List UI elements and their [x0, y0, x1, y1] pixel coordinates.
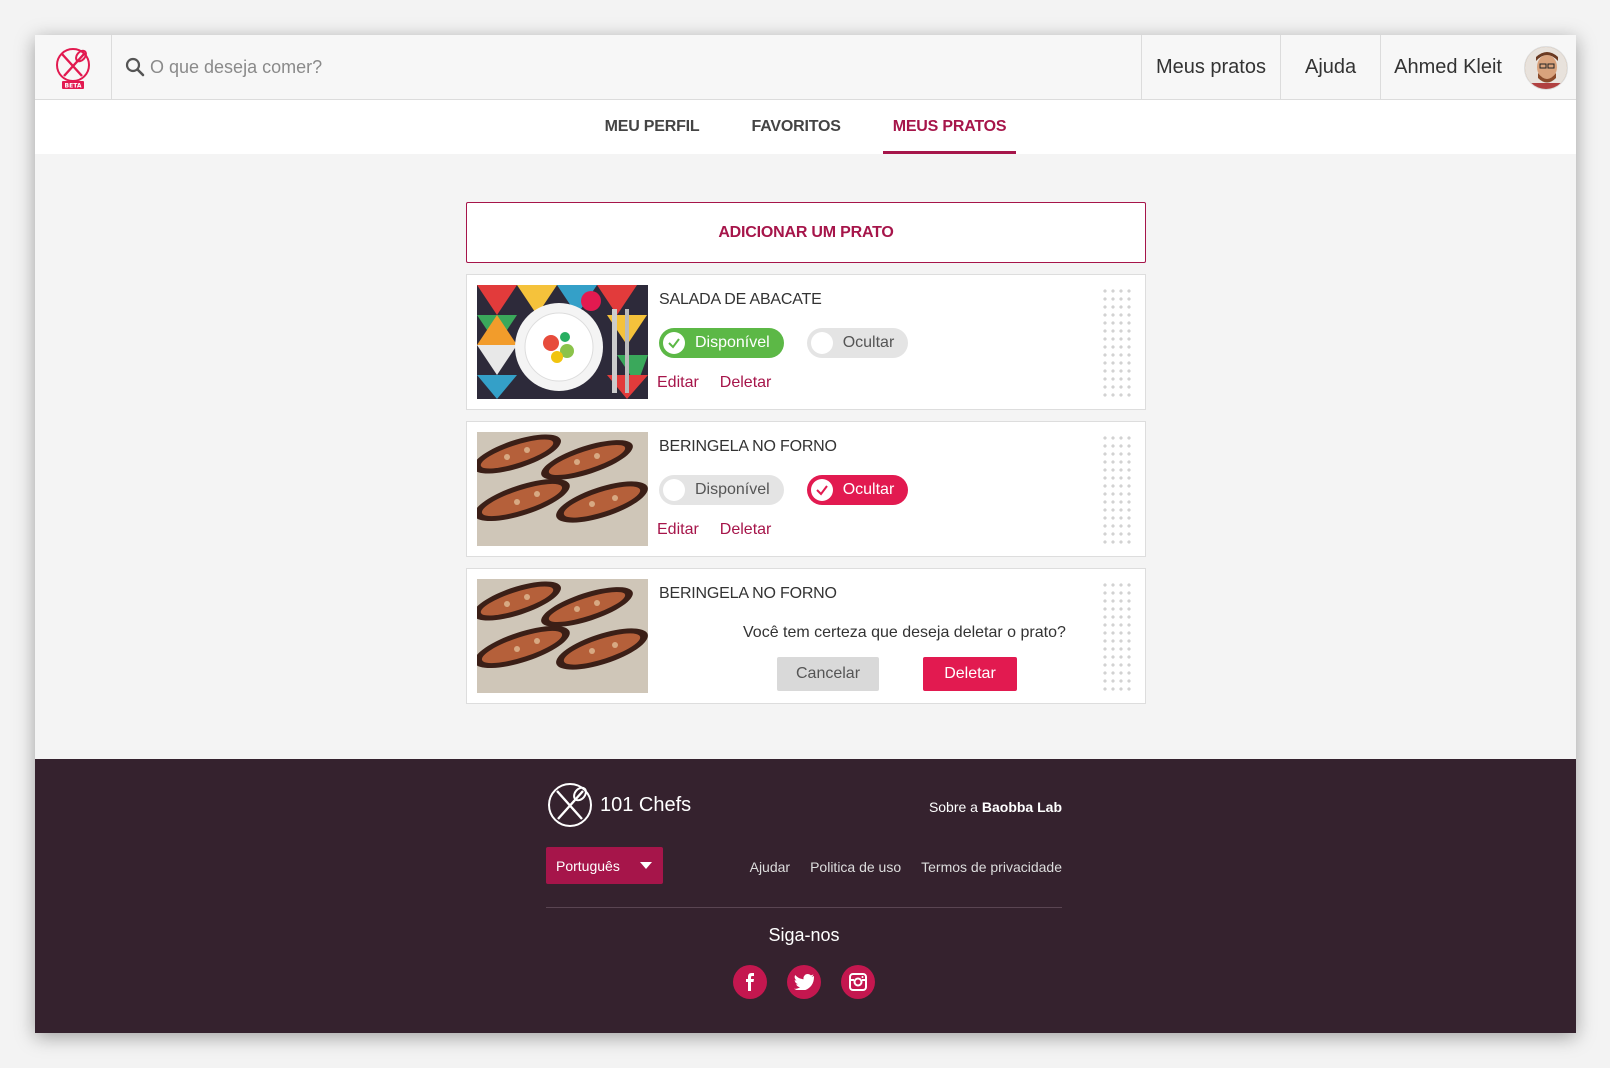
- toggle-knob: [663, 479, 685, 501]
- search-icon: [125, 57, 145, 77]
- drag-handle[interactable]: [1101, 287, 1133, 399]
- check-icon: [810, 479, 833, 501]
- twitter-icon[interactable]: [787, 965, 821, 999]
- toggle-label: Disponível: [695, 334, 770, 351]
- footer-brand[interactable]: 101 Chefs: [546, 781, 691, 829]
- about-prefix: Sobre a: [928, 799, 978, 815]
- dish-image: [477, 432, 648, 546]
- dish-title: SALADA DE ABACATE: [659, 291, 822, 308]
- delete-confirm-question: Você tem certeza que deseja deletar o pr…: [743, 624, 1066, 641]
- delete-link[interactable]: Deletar: [720, 521, 772, 539]
- chef-logo-icon: BETA: [56, 47, 90, 89]
- about-company: Baobba Lab: [981, 799, 1062, 815]
- dishes-list: ADICIONAR UM PRATO SALADA DE ABACATE Dis…: [466, 202, 1146, 704]
- drag-handle[interactable]: [1101, 434, 1133, 546]
- tab-favorites[interactable]: FAVORITOS: [742, 100, 851, 154]
- dish-title: BERINGELA NO FORNO: [659, 438, 837, 455]
- cancel-button[interactable]: Cancelar: [777, 657, 879, 691]
- dish-card: BERINGELA NO FORNO Disponível Ocultar Ed…: [466, 421, 1146, 557]
- toggle-label: Ocultar: [842, 334, 895, 351]
- instagram-icon[interactable]: [841, 965, 875, 999]
- logo[interactable]: BETA: [35, 35, 112, 100]
- dish-card: SALADA DE ABACATE Disponível Ocultar Edi…: [466, 274, 1146, 410]
- tab-my-dishes[interactable]: MEUS PRATOS: [882, 100, 1017, 154]
- edit-link[interactable]: Editar: [657, 374, 699, 392]
- check-icon: [663, 332, 685, 354]
- beta-badge: BETA: [65, 82, 82, 89]
- tab-my-profile[interactable]: MEU PERFIL: [595, 100, 710, 154]
- hide-toggle[interactable]: Ocultar: [806, 328, 909, 358]
- language-value: Português: [556, 857, 620, 874]
- hide-toggle[interactable]: Ocultar: [806, 475, 909, 505]
- toggle-label: Disponível: [695, 481, 770, 498]
- search-bar[interactable]: [112, 35, 1141, 99]
- dish-actions: Editar Deletar: [657, 374, 792, 392]
- dish-image: [477, 579, 648, 693]
- visibility-toggles: Disponível Ocultar: [659, 475, 931, 505]
- nav-my-dishes[interactable]: Meus pratos: [1140, 35, 1280, 100]
- footer-links: Ajudar Politica de uso Termos de privaci…: [730, 859, 1062, 875]
- avatar[interactable]: [1524, 45, 1568, 90]
- available-toggle[interactable]: Disponível: [659, 328, 784, 358]
- user-name: Ahmed Kleit: [1394, 56, 1502, 78]
- brand-name: 101 Chefs: [600, 793, 692, 816]
- app-window: BETA Meus pratos Ajuda Ahmed Kleit: [35, 35, 1576, 1033]
- toggle-knob: [810, 332, 833, 354]
- footer-link-privacy[interactable]: Termos de privacidade: [921, 859, 1062, 875]
- confirm-delete-button[interactable]: Deletar: [923, 657, 1017, 691]
- available-toggle[interactable]: Disponível: [659, 475, 784, 505]
- edit-link[interactable]: Editar: [657, 521, 699, 539]
- add-dish-button[interactable]: ADICIONAR UM PRATO: [466, 202, 1146, 263]
- footer-link-terms-of-use[interactable]: Politica de uso: [810, 859, 901, 875]
- footer: 101 Chefs Sobre a Baobba Lab Português A…: [35, 759, 1576, 1033]
- profile-tabs: MEU PERFIL FAVORITOS MEUS PRATOS: [35, 100, 1576, 154]
- dish-title: BERINGELA NO FORNO: [659, 585, 837, 602]
- user-photo: [1525, 46, 1567, 89]
- dish-card-confirm-delete: BERINGELA NO FORNO Você tem certeza que …: [466, 568, 1146, 704]
- chevron-down-icon: [640, 862, 652, 869]
- language-select[interactable]: Português: [546, 847, 663, 884]
- delete-link[interactable]: Deletar: [720, 374, 772, 392]
- dish-image: [477, 285, 648, 399]
- confirm-buttons: Cancelar Deletar: [777, 657, 1017, 691]
- drag-handle[interactable]: [1101, 581, 1133, 693]
- footer-divider: [546, 907, 1062, 908]
- about-link[interactable]: Sobre a Baobba Lab: [929, 799, 1062, 815]
- chef-logo-icon: [548, 783, 592, 827]
- footer-link-help[interactable]: Ajudar: [750, 859, 790, 875]
- top-bar: BETA Meus pratos Ajuda Ahmed Kleit: [35, 35, 1576, 100]
- dish-actions: Editar Deletar: [657, 521, 792, 539]
- social-links: [546, 965, 1062, 999]
- nav-help[interactable]: Ajuda: [1280, 35, 1380, 100]
- footer-inner: 101 Chefs Sobre a Baobba Lab Português A…: [546, 759, 1062, 1033]
- search-input[interactable]: [150, 56, 750, 78]
- user-menu[interactable]: Ahmed Kleit: [1380, 35, 1576, 100]
- follow-us-label: Siga-nos: [768, 925, 840, 945]
- facebook-icon[interactable]: [733, 965, 767, 999]
- toggle-label: Ocultar: [842, 481, 895, 498]
- visibility-toggles: Disponível Ocultar: [659, 328, 931, 358]
